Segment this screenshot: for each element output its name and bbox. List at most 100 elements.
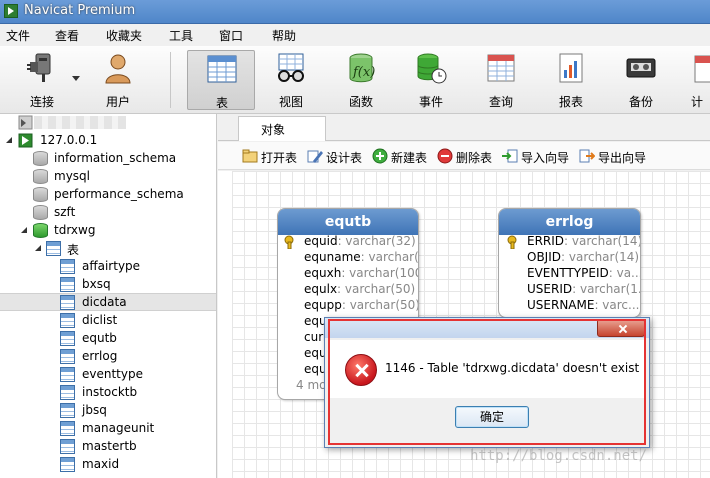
schedule-button[interactable]: 计 <box>679 50 710 110</box>
open-table-label: 打开表 <box>261 151 298 165</box>
tree-row-database-open[interactable]: tdrxwg <box>0 222 216 240</box>
menu-tools[interactable]: 工具 <box>169 27 193 44</box>
table-button[interactable]: 表 <box>187 50 255 110</box>
event-label: 事件 <box>418 95 443 109</box>
database-label: szft <box>54 205 76 219</box>
er-field: USERID: varchar(1... <box>527 282 640 296</box>
menu-view[interactable]: 查看 <box>55 27 79 44</box>
delete-icon <box>437 148 453 164</box>
dialog-close-button[interactable] <box>597 319 645 337</box>
chevron-down-icon[interactable] <box>72 76 80 82</box>
er-field: equname: varchar(... <box>304 250 419 264</box>
er-more-fields: 4 mo <box>296 378 327 392</box>
svg-text:f(x): f(x) <box>352 65 375 80</box>
view-button[interactable]: 视图 <box>259 50 323 110</box>
tree-row-table[interactable]: instocktb <box>0 384 216 402</box>
query-button[interactable]: 查询 <box>469 50 533 110</box>
canvas-margin <box>218 171 232 478</box>
er-table-errlog[interactable]: errlog ERRID: varchar(14) OBJID: varchar… <box>498 208 641 318</box>
backup-button[interactable]: 备份 <box>609 50 673 110</box>
menu-favorites[interactable]: 收藏夹 <box>106 27 142 44</box>
tree-row-table[interactable]: affairtype <box>0 258 216 276</box>
tree-row-table[interactable]: jbsq <box>0 402 216 420</box>
tree-row-table[interactable]: manageunit <box>0 420 216 438</box>
connection-icon <box>18 115 33 130</box>
table-icon <box>60 385 75 400</box>
blurred-connection-name <box>34 116 126 129</box>
table-icon <box>60 259 75 274</box>
object-tab-bar: 对象 <box>218 114 710 141</box>
database-label: mysql <box>54 169 90 183</box>
tree-row-database[interactable]: szft <box>0 204 216 222</box>
er-field: USERNAME: varc... <box>527 298 640 312</box>
tree-row-tables-group[interactable]: 表 <box>0 240 216 258</box>
user-label: 用户 <box>105 95 130 109</box>
import-wizard-label: 导入向导 <box>521 151 570 165</box>
tree-row-database[interactable]: performance_schema <box>0 186 216 204</box>
user-icon <box>105 54 131 84</box>
report-icon <box>559 53 583 83</box>
glasses-icon <box>278 53 304 82</box>
tree-row-table[interactable]: eventtype <box>0 366 216 384</box>
window-titlebar: Navicat Premium <box>0 0 710 24</box>
object-toolbar: 打开表 设计表 新建表 删除表 导入向导 导出向导 <box>218 142 710 170</box>
expand-arrow-icon[interactable] <box>34 244 42 252</box>
table-label: mastertb <box>82 439 137 453</box>
connect-button[interactable]: 连接 <box>10 50 74 110</box>
tree-row-table[interactable]: equtb <box>0 330 216 348</box>
table-label: dicdata <box>82 295 127 309</box>
table-icon <box>60 313 75 328</box>
er-table-title: equtb <box>278 209 418 235</box>
table-icon <box>60 331 75 346</box>
tree-row-table[interactable]: errlog <box>0 348 216 366</box>
event-clock-icon <box>417 53 447 84</box>
toolbar-separator <box>170 52 171 108</box>
table-icon <box>60 349 75 364</box>
user-button[interactable]: 用户 <box>86 50 150 110</box>
export-icon <box>579 149 595 163</box>
dialog-titlebar <box>325 318 649 338</box>
database-icon <box>33 205 48 220</box>
event-button[interactable]: 事件 <box>399 50 463 110</box>
schedule-label: 计 <box>691 95 704 109</box>
tree-row-database[interactable]: information_schema <box>0 150 216 168</box>
tree-row-table[interactable]: diclist <box>0 312 216 330</box>
table-label: eventtype <box>82 367 143 381</box>
menu-window[interactable]: 窗口 <box>219 27 243 44</box>
table-icon <box>60 367 75 382</box>
backup-tape-icon <box>626 58 656 78</box>
menu-bar: 文件 查看 收藏夹 工具 窗口 帮助 <box>0 24 710 46</box>
tree-row-table-selected[interactable]: dicdata <box>0 293 216 311</box>
export-wizard-label: 导出向导 <box>598 151 647 165</box>
tables-group-icon <box>46 241 61 256</box>
connection-label: 127.0.0.1 <box>40 133 98 147</box>
table-label: equtb <box>82 331 117 345</box>
menu-file[interactable]: 文件 <box>6 27 30 44</box>
er-field: ERRID: varchar(14) <box>507 234 640 250</box>
tree-row-hidden <box>0 114 216 132</box>
tree-row-table[interactable]: mastertb <box>0 438 216 456</box>
menu-help[interactable]: 帮助 <box>272 27 296 44</box>
database-open-icon <box>33 223 48 238</box>
tree-row-connection[interactable]: 127.0.0.1 <box>0 132 216 150</box>
tree-row-database[interactable]: mysql <box>0 168 216 186</box>
function-button[interactable]: f(x) 函数 <box>329 50 393 110</box>
tables-group-label: 表 <box>67 243 80 257</box>
er-field: equlx: varchar(50) <box>304 282 416 296</box>
expand-arrow-icon[interactable] <box>20 226 28 234</box>
tab-objects[interactable]: 对象 <box>238 116 326 141</box>
report-button[interactable]: 报表 <box>539 50 603 110</box>
tab-objects-label: 对象 <box>261 123 286 137</box>
expand-arrow-icon[interactable] <box>5 136 13 144</box>
report-label: 报表 <box>558 95 583 109</box>
table-icon <box>60 457 75 472</box>
mysql-connection-icon <box>18 133 33 148</box>
tree-row-table[interactable]: bxsq <box>0 276 216 294</box>
table-icon <box>60 277 75 292</box>
ok-button[interactable]: 确定 <box>455 406 529 428</box>
tree-row-table[interactable]: maxid <box>0 456 216 474</box>
table-label: errlog <box>82 349 118 363</box>
table-label: maxid <box>82 457 120 471</box>
watermark: http://blog.csdn.net/ <box>470 448 648 464</box>
database-icon <box>33 187 48 202</box>
